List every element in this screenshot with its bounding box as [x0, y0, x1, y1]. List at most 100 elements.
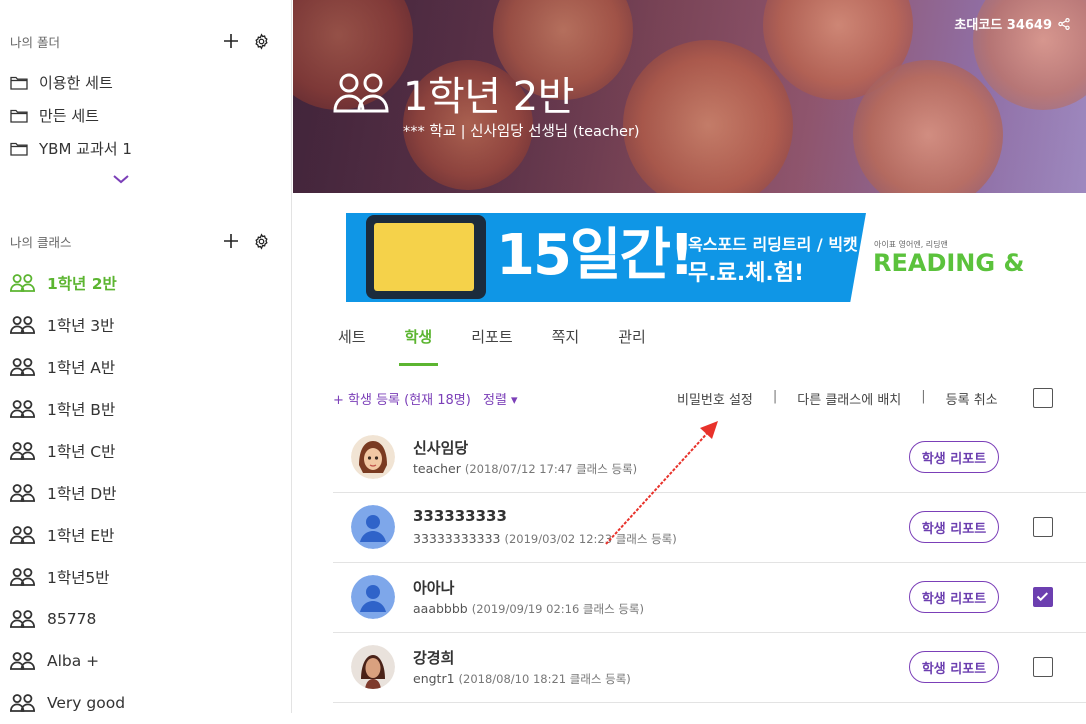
- avatar: [351, 645, 395, 689]
- student-id-line: teacher (2018/07/12 17:47 클래스 등록): [413, 461, 637, 477]
- class-label: 1학년 D반: [47, 485, 117, 503]
- student-id: aaabbbb: [413, 601, 468, 616]
- group-icon: [10, 274, 35, 292]
- folder-label: YBM 교과서 1: [39, 140, 132, 158]
- student-list: 신사임당 teacher (2018/07/12 17:47 클래스 등록) 학생 …: [333, 423, 1086, 703]
- folder-label: 만든 세트: [39, 107, 99, 125]
- select-all-checkbox[interactable]: [1033, 388, 1053, 408]
- student-name: 신사임당: [413, 439, 469, 457]
- sidebar-class-item[interactable]: 1학년 D반: [10, 472, 280, 514]
- class-label: 1학년 C반: [47, 443, 116, 461]
- folder-icon: [10, 142, 28, 156]
- group-icon: [10, 316, 35, 334]
- set-password-button[interactable]: 비밀번호 설정: [677, 389, 753, 408]
- sidebar-class-item[interactable]: 1학년 2반: [10, 262, 280, 304]
- share-icon[interactable]: [1058, 17, 1070, 30]
- add-student-button[interactable]: + 학생 등록 (현재 18명): [333, 389, 471, 408]
- group-icon: [10, 442, 35, 460]
- student-report-button[interactable]: 학생 리포트: [909, 651, 999, 683]
- student-id-line: engtr1 (2018/08/10 18:21 클래스 등록): [413, 671, 631, 687]
- student-checkbox[interactable]: [1033, 657, 1053, 677]
- checkmark-icon: [1036, 592, 1049, 602]
- sidebar-class-item[interactable]: 85778: [10, 598, 280, 640]
- sidebar-class-item[interactable]: Alba +: [10, 640, 280, 682]
- plus-icon[interactable]: [220, 30, 242, 52]
- folder-icon: [10, 109, 28, 123]
- class-label: 1학년 3반: [47, 317, 115, 335]
- group-icon: [10, 652, 35, 670]
- student-report-button[interactable]: 학생 리포트: [909, 511, 999, 543]
- tab-item[interactable]: 쪽지: [552, 322, 580, 366]
- folder-label: 이용한 세트: [39, 74, 113, 92]
- class-label: 1학년 B반: [47, 401, 116, 419]
- tab-item[interactable]: 학생: [398, 322, 438, 366]
- class-label: 85778: [47, 610, 97, 628]
- student-id: engtr1: [413, 671, 455, 686]
- gear-icon[interactable]: [250, 230, 272, 252]
- group-icon: [10, 358, 35, 376]
- move-class-button[interactable]: 다른 클래스에 배치: [797, 389, 901, 408]
- registration-date: (2019/03/02 12:23 클래스 등록): [504, 532, 677, 546]
- group-icon: [10, 484, 35, 502]
- sort-dropdown[interactable]: 정렬 ▾: [483, 389, 518, 408]
- student-checkbox[interactable]: [1033, 587, 1053, 607]
- chevron-down-icon[interactable]: [112, 170, 132, 188]
- group-icon: [10, 610, 35, 628]
- registration-date: (2018/07/12 17:47 클래스 등록): [464, 462, 638, 476]
- folders-header: 나의 폴더: [10, 29, 272, 53]
- tab-item[interactable]: 관리: [618, 322, 646, 366]
- promo-brand-logo: READING &: [873, 249, 1025, 277]
- student-id-line: aaabbbb (2019/09/19 02:16 클래스 등록): [413, 601, 644, 617]
- group-icon: [10, 568, 35, 586]
- student-id-line: 33333333333 (2019/03/02 12:23 클래스 등록): [413, 531, 677, 547]
- class-label: Very good: [47, 694, 126, 712]
- tab-item[interactable]: 세트: [338, 322, 366, 366]
- class-label: 1학년5반: [47, 569, 110, 587]
- student-id: 33333333333: [413, 531, 501, 546]
- student-id: teacher: [413, 461, 461, 476]
- registration-date: (2018/08/10 18:21 클래스 등록): [458, 672, 631, 686]
- group-icon: [10, 694, 35, 712]
- invite-code[interactable]: 초대코드 34649: [954, 14, 1070, 33]
- class-label: 1학년 E반: [47, 527, 115, 545]
- folder-item[interactable]: YBM 교과서 1: [10, 132, 280, 165]
- promo-headline: 15일간!: [496, 223, 695, 288]
- classes-title: 나의 클래스: [10, 234, 72, 250]
- plus-icon[interactable]: [220, 230, 242, 252]
- sidebar-class-item[interactable]: 1학년 A반: [10, 346, 280, 388]
- group-icon: [10, 526, 35, 544]
- student-row: 아아나 aaabbbb (2019/09/19 02:16 클래스 등록) 학생 리…: [333, 563, 1086, 633]
- tablet-illustration: [366, 215, 486, 299]
- student-row: 333333333 33333333333 (2019/03/02 12:23 클…: [333, 493, 1086, 563]
- folders-title: 나의 폴더: [10, 34, 60, 50]
- sidebar-class-item[interactable]: 1학년 B반: [10, 388, 280, 430]
- class-label: Alba +: [47, 652, 100, 670]
- group-icon: [333, 73, 389, 113]
- folder-item[interactable]: 만든 세트: [10, 99, 280, 132]
- folder-item[interactable]: 이용한 세트: [10, 66, 280, 99]
- sidebar-class-item[interactable]: 1학년5반: [10, 556, 280, 598]
- tab-item[interactable]: 리포트: [471, 322, 512, 366]
- gear-icon[interactable]: [250, 30, 272, 52]
- student-report-button[interactable]: 학생 리포트: [909, 441, 999, 473]
- student-checkbox[interactable]: [1033, 517, 1053, 537]
- class-label: 1학년 A반: [47, 359, 116, 377]
- cancel-registration-button[interactable]: 등록 취소: [946, 389, 998, 408]
- folder-list: 이용한 세트 만든 세트 YBM 교과서 1: [10, 66, 280, 165]
- sidebar-class-item[interactable]: Very good: [10, 682, 280, 724]
- class-header-banner: 초대코드 34649 1학년 2반 *** 학교 | 신사임당 선생님 (tea…: [293, 0, 1086, 193]
- class-title: 1학년 2반: [333, 64, 575, 122]
- avatar: [351, 435, 395, 479]
- promo-line1: 옥스포드 리딩트리 / 빅캣: [688, 235, 858, 254]
- student-report-button[interactable]: 학생 리포트: [909, 581, 999, 613]
- promo-banner[interactable]: 15일간! 옥스포드 리딩트리 / 빅캣 무.료.체.험! 아이표 영어엔, 리…: [346, 213, 1040, 302]
- avatar: [351, 575, 395, 619]
- class-list: 1학년 2반 1학년 3반 1학년 A반 1학년 B반 1학년 C반 1학년 D반 1학년 …: [10, 262, 280, 724]
- student-toolbar: + 학생 등록 (현재 18명) 정렬 ▾ 비밀번호 설정 | 다른 클래스에 …: [333, 386, 1053, 408]
- separator: |: [921, 389, 926, 404]
- sidebar-class-item[interactable]: 1학년 C반: [10, 430, 280, 472]
- classes-header: 나의 클래스: [10, 229, 272, 253]
- sidebar-class-item[interactable]: 1학년 3반: [10, 304, 280, 346]
- sidebar-class-item[interactable]: 1학년 E반: [10, 514, 280, 556]
- avatar: [351, 505, 395, 549]
